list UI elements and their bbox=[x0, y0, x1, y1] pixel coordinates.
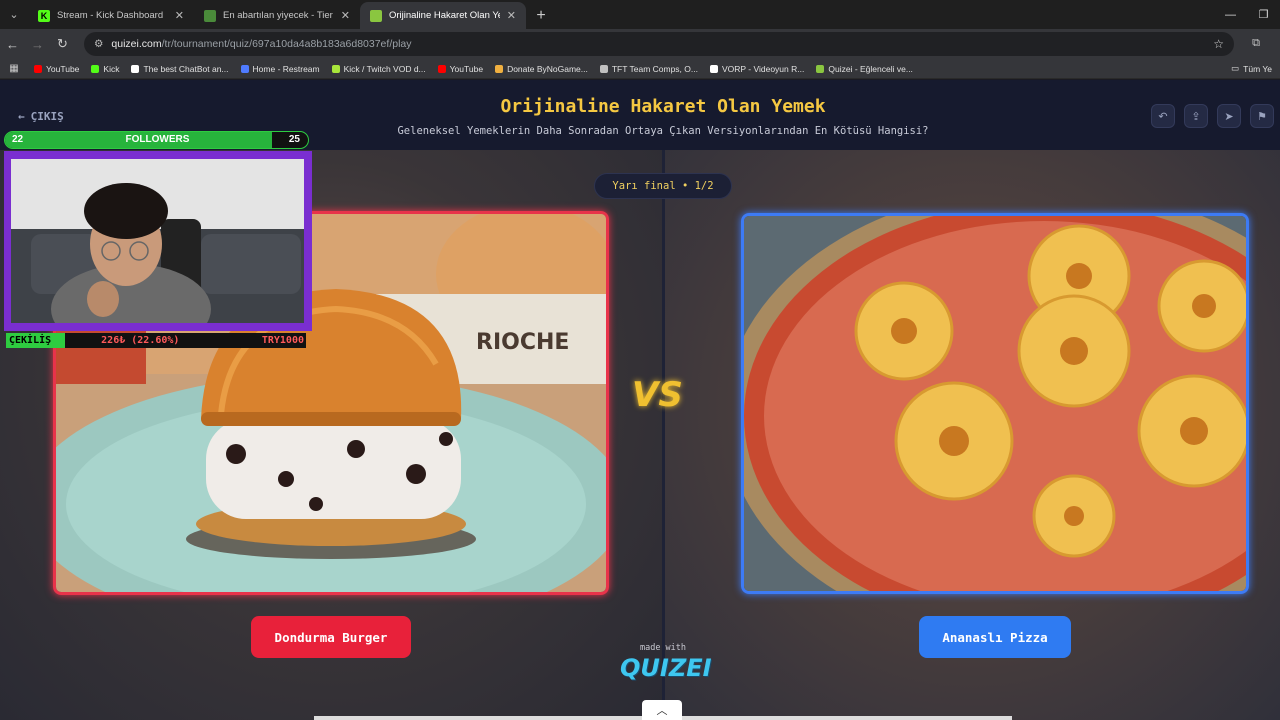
back-icon[interactable]: ← bbox=[0, 37, 25, 52]
chatbot-icon bbox=[131, 64, 140, 73]
youtube-icon bbox=[34, 64, 42, 73]
url-host: quizei.com bbox=[111, 38, 162, 50]
quizei-icon bbox=[370, 9, 382, 22]
all-bookmarks-folder[interactable]: ▭ Tüm Ye bbox=[1231, 63, 1272, 74]
bookmark-item[interactable]: Donate ByNoGame... bbox=[489, 64, 594, 74]
tab-title: Orijinaline Hakaret Olan Yemek bbox=[389, 10, 500, 21]
tab-search-button[interactable]: ⌄ bbox=[0, 0, 28, 29]
webcam-frame bbox=[4, 151, 312, 331]
giveaway-progress: 226₺ (22.60%) bbox=[101, 335, 180, 346]
close-icon[interactable]: ✕ bbox=[341, 9, 350, 22]
close-icon[interactable]: ✕ bbox=[507, 9, 516, 22]
extensions-icon[interactable]: ⧉ bbox=[1252, 37, 1260, 50]
quizei-logo[interactable]: QUIZEI bbox=[620, 654, 712, 682]
apps-icon[interactable]: ▦ bbox=[0, 63, 28, 74]
bookmark-item[interactable]: VORP - Videoyun R... bbox=[704, 64, 810, 74]
browser-tab-bar: ⌄ K Stream - Kick Dashboard ✕ En abartıl… bbox=[0, 0, 1280, 29]
bookmark-item[interactable]: Quizei - Eğlenceli ve... bbox=[810, 64, 919, 74]
tab-title: Stream - Kick Dashboard bbox=[57, 10, 164, 21]
giveaway-goal: TRY1000 bbox=[261, 335, 304, 346]
address-bar-row: ← → ↻ ⚙ quizei.com/tr/tournament/quiz/69… bbox=[0, 29, 1280, 59]
folder-icon: ▭ bbox=[1231, 63, 1240, 73]
bookmark-star-icon[interactable]: ☆ bbox=[1213, 37, 1224, 51]
youtube-icon bbox=[437, 64, 446, 73]
bynogame-icon bbox=[495, 64, 504, 73]
bookmark-label: YouTube bbox=[46, 63, 80, 74]
followers-goal: 25 bbox=[288, 134, 300, 145]
forward-icon[interactable]: → bbox=[25, 37, 50, 52]
pineapple-pizza-image bbox=[744, 216, 1246, 591]
bookmark-item[interactable]: Kick / Twitch VOD d... bbox=[326, 64, 432, 74]
url-path: /tr/tournament/quiz/697a10da4a8b183a6d80… bbox=[161, 38, 412, 50]
giveaway-bar: ÇEKİLİŞ 226₺ (22.60%) TRY1000 bbox=[6, 333, 306, 348]
reload-icon[interactable]: ↻ bbox=[50, 36, 75, 52]
bookmark-item[interactable]: The best ChatBot an... bbox=[125, 64, 234, 74]
bookmark-label: YouTube bbox=[449, 63, 484, 74]
made-with-label: made with bbox=[639, 643, 687, 653]
share-icon[interactable]: ⇪ bbox=[1184, 104, 1208, 128]
new-tab-button[interactable]: + bbox=[526, 2, 556, 29]
header-actions: ↶ ⇪ ➤ ⚑ bbox=[1151, 104, 1274, 128]
tab-quizei[interactable]: Orijinaline Hakaret Olan Yemek ✕ bbox=[360, 2, 526, 29]
bookmark-label: VORP - Videoyun R... bbox=[721, 63, 805, 74]
bookmark-item[interactable]: Home - Restream bbox=[235, 64, 326, 74]
bookmark-label: The best ChatBot an... bbox=[143, 63, 229, 74]
kick-icon: K bbox=[38, 9, 50, 22]
d-icon bbox=[331, 64, 340, 73]
all-bookmarks-label: Tüm Ye bbox=[1243, 63, 1272, 74]
window-controls: — ❐ bbox=[1214, 0, 1280, 29]
followers-label: FOLLOWERS bbox=[125, 134, 190, 145]
undo-icon[interactable]: ↶ bbox=[1151, 104, 1175, 128]
flag-icon[interactable]: ⚑ bbox=[1250, 104, 1274, 128]
close-icon[interactable]: ✕ bbox=[175, 9, 184, 22]
vorp-icon bbox=[709, 64, 718, 73]
tab-kick-dashboard[interactable]: K Stream - Kick Dashboard ✕ bbox=[28, 2, 194, 29]
center-divider bbox=[662, 150, 665, 720]
chevron-up-icon[interactable]: ︿ bbox=[642, 700, 682, 720]
bookmark-label: Home - Restream bbox=[252, 63, 320, 74]
tft-icon bbox=[599, 64, 608, 73]
kick-icon bbox=[91, 64, 100, 73]
svg-text:RIOCHE: RIOCHE bbox=[476, 330, 569, 355]
site-info-icon[interactable]: ⚙ bbox=[94, 38, 103, 50]
minimize-icon[interactable]: — bbox=[1214, 0, 1247, 29]
tiermaker-icon bbox=[204, 9, 216, 22]
send-icon[interactable]: ➤ bbox=[1217, 104, 1241, 128]
webcam-feed-image bbox=[11, 159, 304, 323]
bookmark-label: Quizei - Eğlenceli ve... bbox=[828, 63, 913, 74]
bookmark-item[interactable]: YouTube bbox=[432, 64, 489, 74]
right-choice-card[interactable] bbox=[741, 213, 1249, 594]
followers-goal-bar: 22 FOLLOWERS 25 bbox=[4, 131, 309, 149]
bookmark-item[interactable]: Kick bbox=[85, 64, 125, 74]
maximize-icon[interactable]: ❐ bbox=[1247, 0, 1280, 29]
round-badge: Yarı final • 1/2 bbox=[594, 173, 732, 199]
quizei-icon bbox=[816, 64, 825, 73]
giveaway-label: ÇEKİLİŞ bbox=[6, 333, 66, 348]
tab-tier-list[interactable]: En abartılan yiyecek - Tier List | ✕ bbox=[194, 2, 360, 29]
choose-ananasli-pizza-button[interactable]: Ananaslı Pizza bbox=[919, 616, 1071, 658]
bookmark-label: Kick / Twitch VOD d... bbox=[343, 63, 426, 74]
quiz-title: Orijinaline Hakaret Olan Yemek bbox=[500, 96, 826, 117]
choose-dondurma-burger-button[interactable]: Dondurma Burger bbox=[251, 616, 411, 658]
bookmark-item[interactable]: YouTube bbox=[28, 64, 85, 74]
bookmark-item[interactable]: TFT Team Comps, O... bbox=[594, 64, 704, 74]
vs-icon: VS bbox=[632, 375, 683, 415]
bookmark-label: Donate ByNoGame... bbox=[507, 63, 588, 74]
bookmarks-bar: ▦ YouTube Kick The best ChatBot an... Home … bbox=[0, 59, 1280, 79]
bookmark-label: TFT Team Comps, O... bbox=[611, 63, 698, 74]
restream-icon bbox=[240, 64, 249, 73]
bookmark-label: Kick bbox=[103, 63, 120, 74]
url-input[interactable]: ⚙ quizei.com/tr/tournament/quiz/697a10da… bbox=[84, 32, 1234, 56]
tab-title: En abartılan yiyecek - Tier List | bbox=[223, 10, 334, 21]
